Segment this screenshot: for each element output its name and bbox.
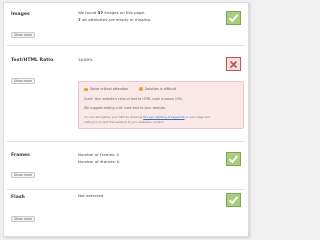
ratio-title: Text/HTML Ratio (11, 58, 54, 63)
ratio-message-3-suffix: on your page and (185, 115, 211, 119)
flash-section: Flash Not detected Show more (4, 189, 248, 238)
legend-difficult: Solution is difficult (139, 87, 176, 91)
legend-difficult-label: Solution is difficult (145, 87, 177, 91)
images-alt-suffix: alt attributes are empty or missing. (81, 17, 152, 22)
ratio-message-4: adding more text that pertains to your w… (84, 120, 165, 124)
ratio-warning-box: Solve critical attention Solution is dif… (78, 81, 244, 129)
frames-count: Number of Frames: 0 (78, 152, 120, 157)
legend-critical-label: Solve critical attention (90, 87, 129, 91)
check-icon (228, 196, 239, 205)
keywords-link[interactable]: the eye catching of keywords (143, 115, 184, 119)
frames-pass-badge (226, 152, 241, 166)
ratio-message-3-prefix: You can strengthen your SEO by checking (84, 115, 143, 119)
flash-pass-badge (226, 193, 241, 207)
images-found-prefix: We found (78, 10, 97, 15)
images-found-text: We found 37 images on this page. (78, 10, 145, 15)
seo-report-card: Images We found 37 images on this page. … (3, 2, 249, 237)
ratio-message-2: We suggest adding a bit more text to you… (84, 106, 166, 110)
ratio-fail-badge (226, 57, 241, 71)
check-icon (228, 14, 239, 23)
legend-critical: Solve critical attention (84, 87, 128, 91)
ratio-show-more-button[interactable]: Show more (11, 78, 35, 84)
flash-value: Not detected (78, 193, 104, 198)
ratio-message-3: You can strengthen your SEO by checking … (84, 115, 210, 119)
iframes-count: Number of iframes: 0 (78, 159, 120, 164)
flash-show-more-button[interactable]: Show more (11, 216, 35, 222)
images-show-more-button[interactable]: Show more (11, 32, 35, 38)
warning-dot-icon (84, 87, 88, 91)
check-icon (228, 155, 239, 164)
frames-title: Frames (11, 153, 30, 158)
images-found-suffix: images on this page. (104, 10, 146, 15)
images-alt-count: 7 (78, 17, 81, 22)
ratio-message-1: Ouch! Your website's ratio of text to HT… (84, 97, 183, 101)
frames-section: Frames Number of Frames: 0 Number of ifr… (4, 141, 248, 189)
ratio-section: Text/HTML Ratio 16.89% Show more Solve c… (4, 45, 248, 141)
ratio-value: 16.89% (78, 57, 93, 62)
close-icon (229, 60, 238, 68)
frames-show-more-button[interactable]: Show more (11, 172, 35, 178)
difficulty-dot-icon (139, 87, 143, 91)
images-section: Images We found 37 images on this page. … (4, 3, 248, 45)
images-alt-text: 7 alt attributes are empty or missing. (78, 17, 151, 22)
images-found-count: 37 (97, 10, 104, 15)
flash-title: Flash (11, 195, 25, 200)
images-pass-badge (226, 11, 241, 25)
images-title: Images (11, 12, 30, 17)
